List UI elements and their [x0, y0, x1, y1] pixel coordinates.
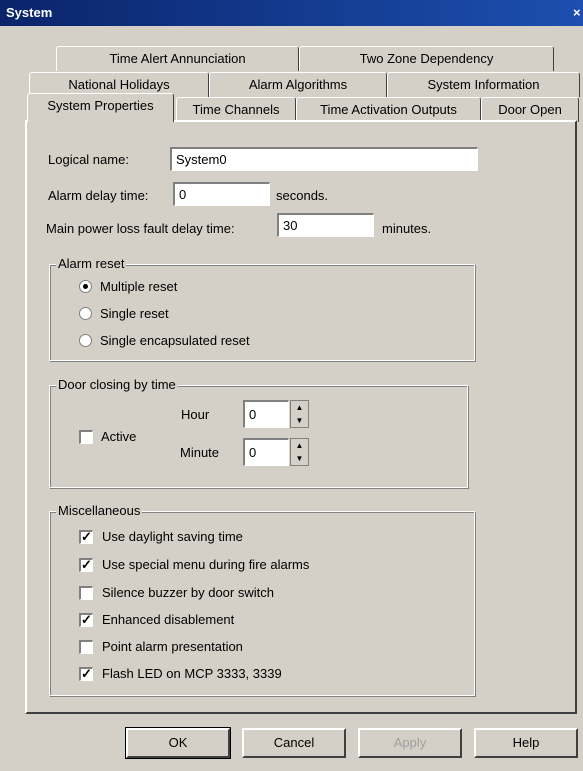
- alarm-delay-label: Alarm delay time:: [48, 188, 149, 203]
- tab-label: Two Zone Dependency: [359, 51, 494, 66]
- spin-up-icon[interactable]: ▲: [291, 439, 308, 452]
- power-loss-label: Main power loss fault delay time:: [46, 221, 235, 236]
- tab-system-properties[interactable]: System Properties: [27, 93, 174, 122]
- logical-name-label: Logical name:: [48, 152, 129, 167]
- miscellaneous-label: Miscellaneous: [56, 503, 143, 518]
- tab-time-alert-annunciation[interactable]: Time Alert Annunciation: [56, 46, 299, 71]
- power-loss-input[interactable]: [277, 213, 374, 237]
- door-closing-label: Door closing by time: [56, 377, 178, 392]
- title-bar[interactable]: System ×: [0, 0, 583, 26]
- system-dialog: System × Time Alert Annunciation Two Zon…: [0, 0, 583, 771]
- checkbox-label: Silence buzzer by door switch: [102, 585, 274, 600]
- tab-two-zone-dependency[interactable]: Two Zone Dependency: [299, 46, 554, 71]
- checkbox-special-menu[interactable]: ✓: [79, 558, 93, 572]
- ok-button[interactable]: OK: [125, 727, 231, 759]
- radio-multiple-reset[interactable]: [79, 280, 92, 293]
- spin-down-icon[interactable]: ▼: [291, 452, 308, 465]
- tab-time-activation-outputs[interactable]: Time Activation Outputs: [296, 97, 481, 122]
- tab-time-channels[interactable]: Time Channels: [176, 97, 296, 122]
- radio-label: Single reset: [100, 306, 169, 321]
- tab-label: System Properties: [47, 98, 154, 113]
- alarm-delay-unit: seconds.: [276, 188, 329, 203]
- tab-label: Time Alert Annunciation: [109, 51, 246, 66]
- checkbox-flash-led[interactable]: ✓: [79, 667, 93, 681]
- tab-label: Time Activation Outputs: [320, 102, 457, 117]
- active-label: Active: [101, 429, 137, 444]
- apply-button[interactable]: Apply: [358, 728, 462, 758]
- minute-spinner[interactable]: ▲ ▼: [290, 438, 309, 466]
- tab-system-information[interactable]: System Information: [387, 72, 580, 97]
- checkbox-silence-buzzer[interactable]: [79, 586, 93, 600]
- hour-input[interactable]: [243, 400, 289, 428]
- hour-label: Hour: [181, 407, 210, 422]
- minute-input[interactable]: [243, 438, 289, 466]
- radio-label: Single encapsulated reset: [100, 333, 250, 348]
- checkbox-label: Point alarm presentation: [102, 639, 243, 654]
- active-checkbox[interactable]: [79, 430, 93, 444]
- tab-label: Alarm Algorithms: [248, 77, 348, 92]
- checkbox-label: Use daylight saving time: [102, 529, 243, 544]
- hour-spinner[interactable]: ▲ ▼: [290, 400, 309, 428]
- checkbox-daylight-saving[interactable]: ✓: [79, 530, 93, 544]
- power-loss-unit: minutes.: [382, 221, 432, 236]
- checkbox-point-alarm[interactable]: [79, 640, 93, 654]
- window-title: System: [6, 5, 53, 20]
- radio-selected-dot: [83, 284, 88, 289]
- checkbox-label: Flash LED on MCP 3333, 3339: [102, 666, 282, 681]
- help-button[interactable]: Help: [474, 728, 578, 758]
- tab-label: National Holidays: [68, 77, 170, 92]
- checkbox-label: Enhanced disablement: [102, 612, 235, 627]
- tab-label: Time Channels: [192, 102, 280, 117]
- spin-down-icon[interactable]: ▼: [291, 414, 308, 427]
- radio-single-reset[interactable]: [79, 307, 92, 320]
- alarm-delay-input[interactable]: [173, 182, 270, 206]
- tab-label: System Information: [427, 77, 540, 92]
- spin-up-icon[interactable]: ▲: [291, 401, 308, 414]
- minute-label: Minute: [180, 445, 220, 460]
- radio-single-encapsulated-reset[interactable]: [79, 334, 92, 347]
- tab-alarm-algorithms[interactable]: Alarm Algorithms: [209, 72, 387, 97]
- cancel-button[interactable]: Cancel: [242, 728, 346, 758]
- checkbox-label: Use special menu during fire alarms: [102, 557, 310, 572]
- alarm-reset-label: Alarm reset: [56, 256, 127, 271]
- logical-name-input[interactable]: [170, 147, 478, 171]
- radio-label: Multiple reset: [100, 279, 178, 294]
- close-icon[interactable]: ×: [573, 4, 583, 22]
- tab-label: Door Open: [498, 102, 562, 117]
- tab-door-open[interactable]: Door Open: [481, 97, 579, 122]
- checkbox-enhanced-disablement[interactable]: ✓: [79, 613, 93, 627]
